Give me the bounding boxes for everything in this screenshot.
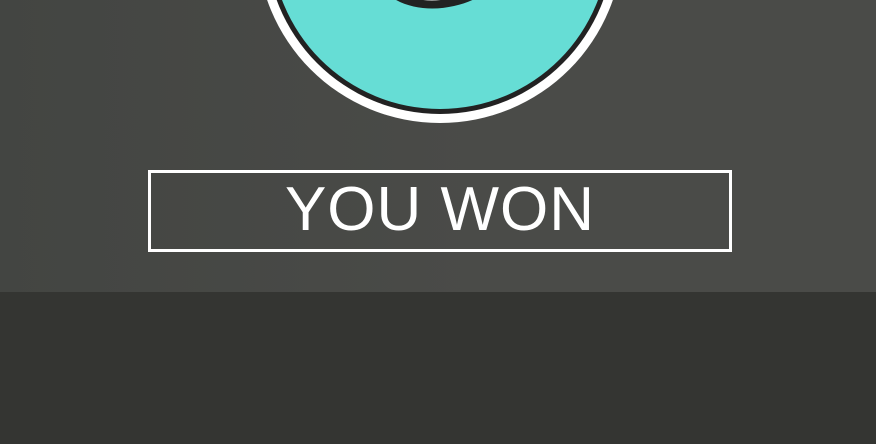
ring-emblem-icon xyxy=(267,0,613,123)
bottom-panel xyxy=(0,292,876,444)
result-banner: YOU WON xyxy=(148,170,732,252)
result-text: YOU WON xyxy=(284,175,596,244)
game-end-screen: YOU WON xyxy=(0,0,876,444)
